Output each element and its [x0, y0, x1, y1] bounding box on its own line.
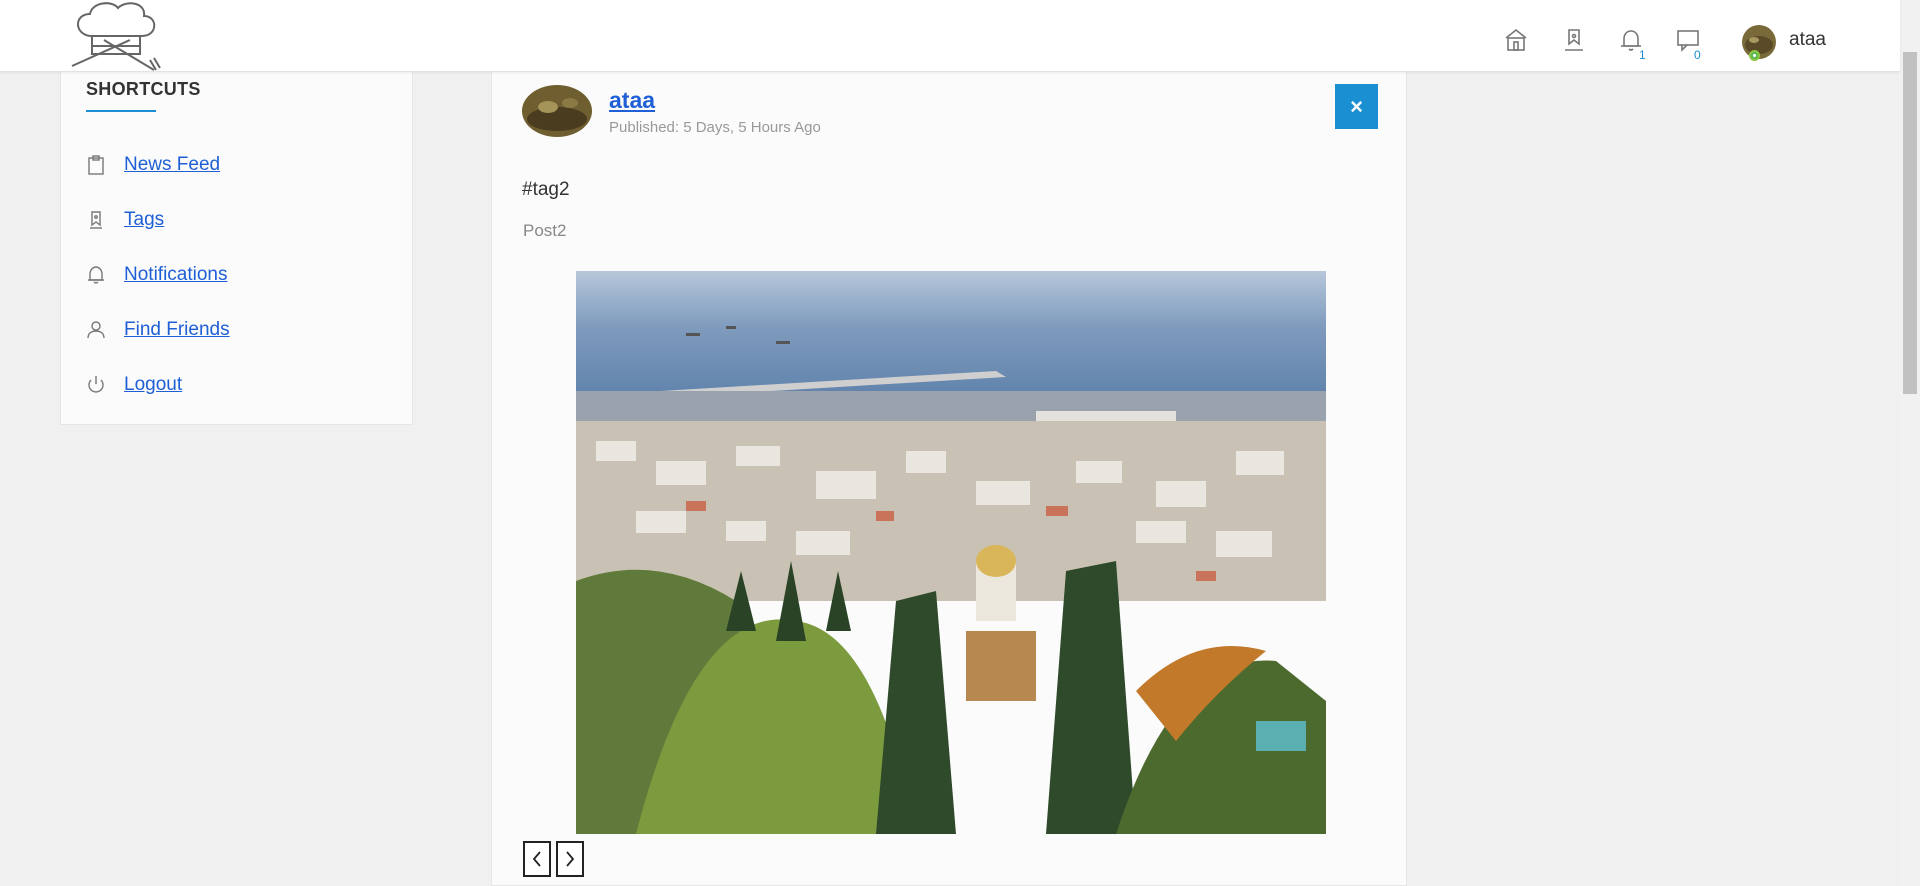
post-body: Post2: [523, 221, 567, 240]
tag-icon: [85, 209, 107, 231]
sidebar-title-underline: [86, 110, 156, 112]
post-author-avatar[interactable]: [522, 85, 592, 137]
bell-icon: [85, 264, 107, 286]
sidebar-item-label[interactable]: News Feed: [124, 154, 220, 176]
sidebar-item-notifications[interactable]: Notifications: [85, 260, 228, 290]
post-author-link[interactable]: ataa: [609, 87, 655, 114]
sidebar-item-find-friends[interactable]: Find Friends: [85, 315, 230, 345]
chevron-left-icon: [532, 851, 541, 867]
power-icon: [85, 374, 107, 396]
prev-image-button[interactable]: [523, 841, 551, 877]
sidebar-item-label[interactable]: Find Friends: [124, 319, 230, 341]
sidebar-item-label[interactable]: Notifications: [124, 264, 228, 286]
sidebar-title: SHORTCUTS: [86, 79, 201, 99]
home-icon[interactable]: [1502, 26, 1530, 54]
chef-hat-logo[interactable]: [68, 0, 164, 72]
scrollbar-thumb[interactable]: [1903, 52, 1917, 394]
post-tag: #tag2: [522, 179, 570, 200]
sidebar-item-label[interactable]: Logout: [124, 374, 182, 396]
notifications-count: 1: [1639, 48, 1646, 62]
chevron-right-icon: [566, 851, 575, 867]
tag-icon[interactable]: [1560, 26, 1588, 54]
shortcuts-sidebar: SHORTCUTS News Feed Tags Notifications F…: [60, 71, 413, 425]
top-navbar: 1 0 ataa: [0, 0, 1900, 72]
sidebar-item-label[interactable]: Tags: [124, 209, 164, 231]
clipboard-icon: [85, 154, 107, 176]
sidebar-item-tags[interactable]: Tags: [85, 205, 164, 235]
sidebar-item-logout[interactable]: Logout: [85, 370, 182, 400]
post-published-date: Published: 5 Days, 5 Hours Ago: [609, 119, 821, 136]
user-icon: [85, 319, 107, 341]
post-card: ataa Published: 5 Days, 5 Hours Ago × #t…: [491, 71, 1407, 886]
messages-count: 0: [1694, 48, 1701, 62]
next-image-button[interactable]: [556, 841, 584, 877]
nav-username[interactable]: ataa: [1789, 29, 1826, 51]
online-status-dot: [1749, 50, 1760, 61]
scrollbar[interactable]: [1900, 0, 1920, 886]
sidebar-item-news-feed[interactable]: News Feed: [85, 150, 220, 180]
post-image: [576, 271, 1326, 834]
close-button[interactable]: ×: [1335, 84, 1378, 129]
